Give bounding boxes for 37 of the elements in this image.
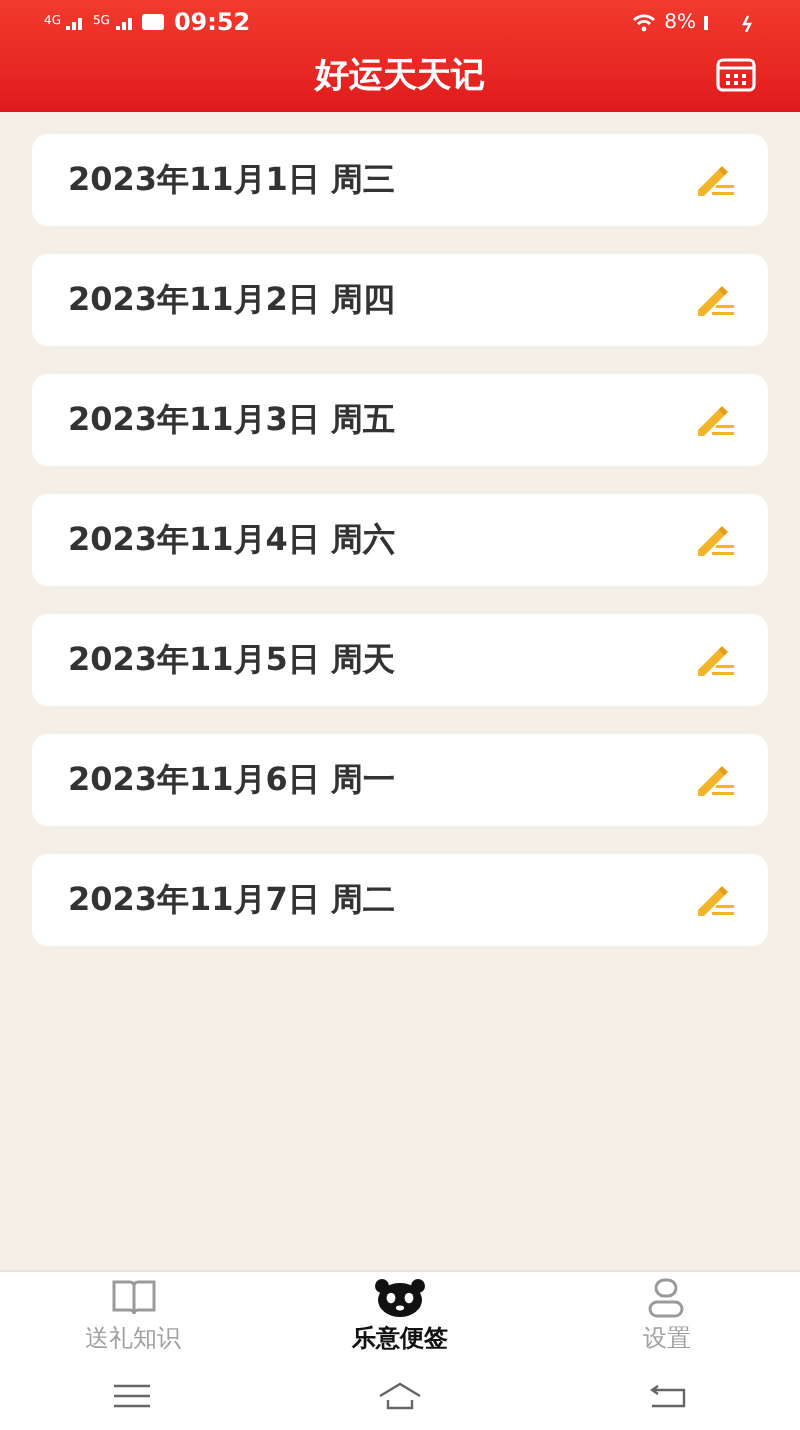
wifi-icon xyxy=(632,13,657,31)
pencil-icon[interactable] xyxy=(692,400,736,440)
entry-date: 2023年11月6日 周一 xyxy=(68,758,395,802)
back-icon[interactable] xyxy=(650,1384,686,1408)
panda-icon xyxy=(373,1278,426,1318)
calendar-button[interactable] xyxy=(716,56,756,92)
diary-entry[interactable]: 2023年11月3日 周五 xyxy=(32,374,768,466)
diary-entry[interactable]: 2023年11月1日 周三 xyxy=(32,134,768,226)
entry-date: 2023年11月2日 周四 xyxy=(68,278,395,322)
diary-entry[interactable]: 2023年11月2日 周四 xyxy=(32,254,768,346)
battery-percent: 8% xyxy=(664,9,696,37)
entry-date: 2023年11月3日 周五 xyxy=(68,398,395,442)
pencil-icon[interactable] xyxy=(692,760,736,800)
app-title: 好运天天记 xyxy=(315,54,485,101)
book-icon xyxy=(111,1278,156,1318)
pencil-icon[interactable] xyxy=(692,520,736,560)
pencil-icon[interactable] xyxy=(692,280,736,320)
home-icon[interactable] xyxy=(378,1382,422,1410)
pencil-icon[interactable] xyxy=(692,160,736,200)
diary-entry[interactable]: 2023年11月6日 周一 xyxy=(32,734,768,826)
entry-date: 2023年11月5日 周天 xyxy=(68,638,395,682)
calendar-icon xyxy=(716,56,756,92)
signal-icon xyxy=(66,15,87,29)
diary-entry[interactable]: 2023年11月4日 周六 xyxy=(32,494,768,586)
tab[interactable]: 乐意便签 xyxy=(266,1272,534,1362)
signal-icon xyxy=(115,15,136,29)
pencil-icon[interactable] xyxy=(692,880,736,920)
pencil-icon[interactable] xyxy=(692,640,736,680)
status-time: 09:52 xyxy=(173,6,251,40)
person-icon xyxy=(646,1278,687,1318)
menu-icon[interactable] xyxy=(114,1384,150,1408)
entry-date: 2023年11月7日 周二 xyxy=(68,878,395,922)
diary-entry[interactable]: 2023年11月5日 周天 xyxy=(32,614,768,706)
diary-entry[interactable]: 2023年11月7日 周二 xyxy=(32,854,768,946)
battery-icon xyxy=(704,13,756,31)
entry-date: 2023年11月4日 周六 xyxy=(68,518,395,562)
entry-date: 2023年11月1日 周三 xyxy=(68,158,395,202)
